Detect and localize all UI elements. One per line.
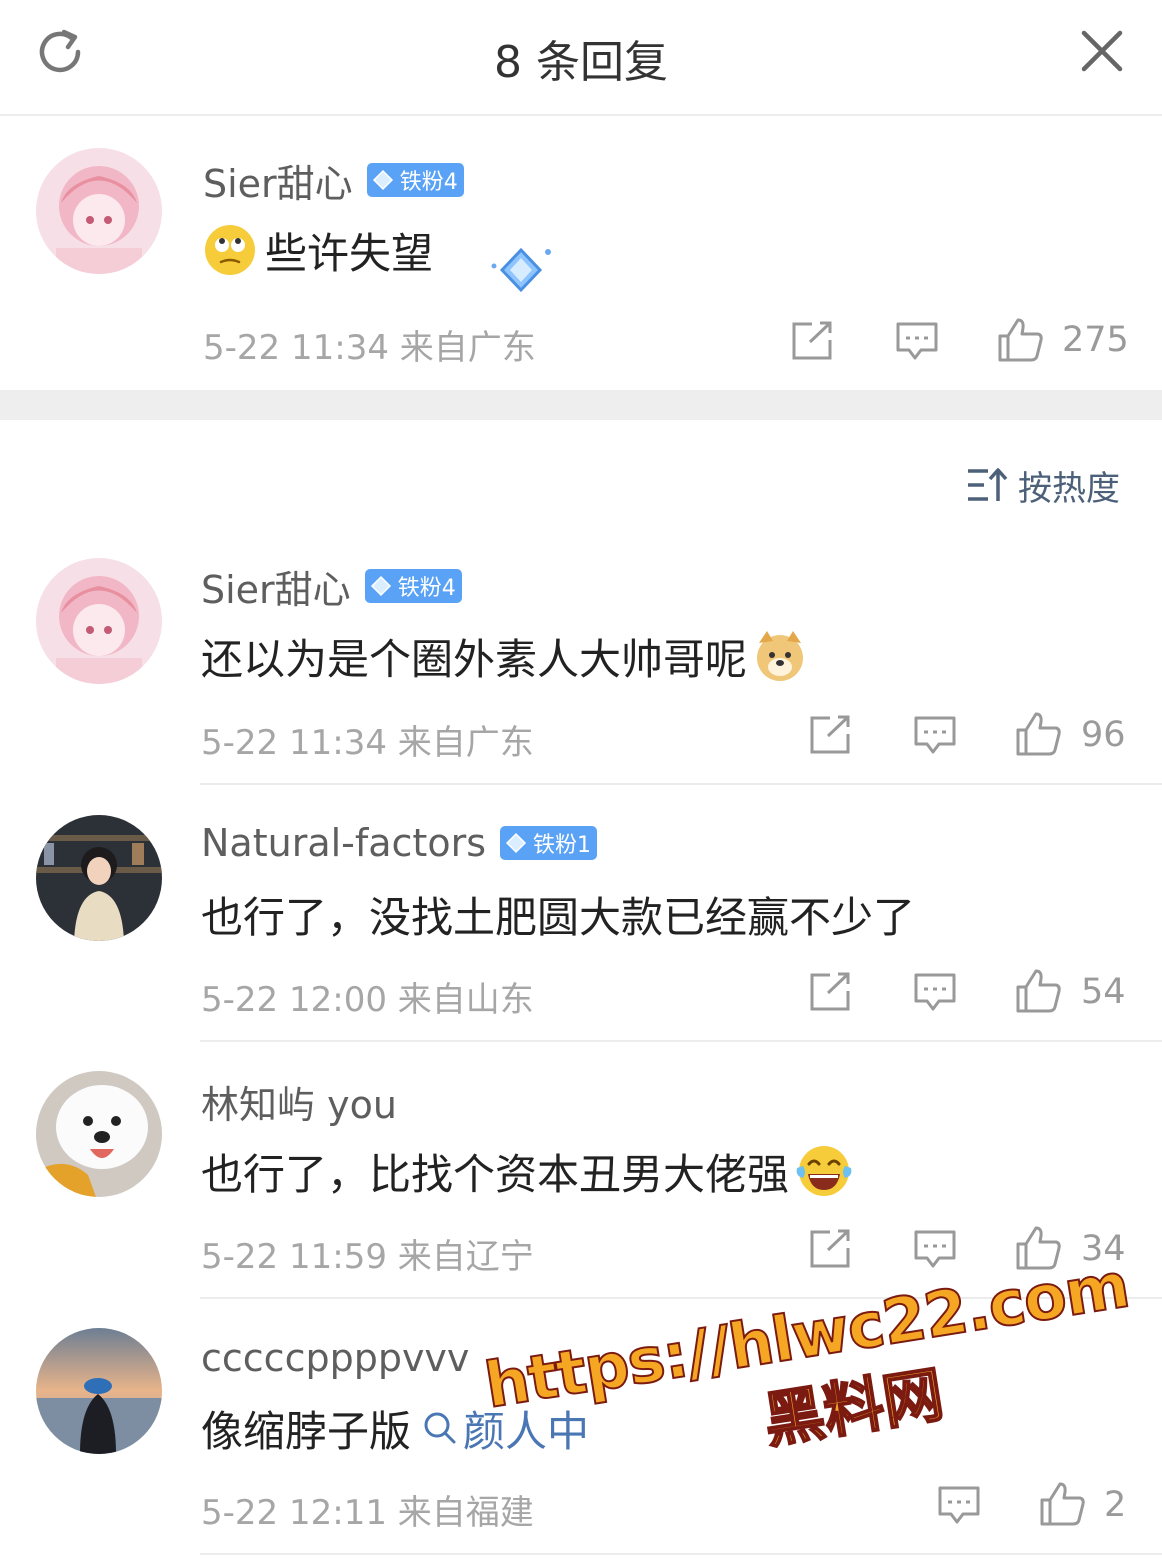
username-row: Sier甜心 铁粉4 xyxy=(201,559,462,614)
username[interactable]: Sier甜心 xyxy=(203,153,353,208)
username[interactable]: Sier甜心 xyxy=(201,559,351,614)
sort-label: 按热度 xyxy=(1018,468,1120,509)
username-row: Natural-factors 铁粉1 xyxy=(201,818,597,868)
comment-text: 也行了，比找个资本丑男大佬强 xyxy=(201,1141,853,1201)
avatar[interactable] xyxy=(36,558,162,684)
username-row: 林知屿 you xyxy=(201,1074,397,1129)
fan-badge: 铁粉4 xyxy=(366,163,464,197)
username[interactable]: cccccppppvvv xyxy=(201,1336,469,1380)
comment-body: 像缩脖子版 xyxy=(201,1406,412,1456)
comment-body: 也行了，比找个资本丑男大佬强 xyxy=(201,1149,790,1199)
like-count: 275 xyxy=(1062,320,1129,360)
like-count: 54 xyxy=(1081,972,1126,1012)
like-count: 96 xyxy=(1081,715,1126,755)
diamond-icon xyxy=(505,832,527,854)
comment-body: 还以为是个圈外素人大帅哥呢 xyxy=(201,634,748,684)
divider xyxy=(200,1040,1162,1042)
sort-toggle[interactable]: 按热度 xyxy=(966,462,1120,509)
laugh-crying-emoji xyxy=(796,1146,852,1196)
share-icon[interactable] xyxy=(808,971,852,1013)
divider xyxy=(200,1297,1162,1299)
search-icon xyxy=(424,1412,456,1444)
comment-meta: 5-22 11:34 来自广东 xyxy=(203,328,536,368)
comment-text: 些许失望 xyxy=(203,220,433,280)
close-icon[interactable] xyxy=(1078,27,1126,75)
badge-label: 铁粉4 xyxy=(397,576,456,601)
like-icon[interactable] xyxy=(1014,967,1062,1013)
username[interactable]: 林知屿 you xyxy=(201,1074,397,1129)
diamond-sparkle-icon xyxy=(491,247,551,293)
sort-icon xyxy=(968,468,1008,501)
like-icon[interactable] xyxy=(1014,1224,1062,1270)
share-icon[interactable] xyxy=(808,714,852,756)
comment-icon[interactable] xyxy=(895,320,939,362)
like-count: 34 xyxy=(1081,1229,1126,1269)
avatar[interactable] xyxy=(36,1071,162,1197)
comment-icon[interactable] xyxy=(913,971,957,1013)
username-row: cccccppppvvv xyxy=(201,1333,469,1383)
comment-text: 还以为是个圈外素人大帅哥呢 xyxy=(201,626,807,686)
username[interactable]: Natural-factors xyxy=(201,821,486,865)
rolling-eyes-emoji xyxy=(205,225,255,275)
watermark: https://hlwc22.com 黑料网 xyxy=(479,1247,1146,1502)
comment-meta: 5-22 11:34 来自广东 xyxy=(201,723,534,763)
divider xyxy=(200,783,1162,785)
comment-body: 也行了，没找土肥圆大款已经赢不少了 xyxy=(201,892,916,942)
fan-badge: 铁粉1 xyxy=(500,826,597,860)
badge-label: 铁粉1 xyxy=(533,833,591,858)
comment-icon[interactable] xyxy=(913,1228,957,1270)
comment-text: 像缩脖子版 颜人中 xyxy=(201,1398,589,1458)
comment-icon[interactable] xyxy=(913,714,957,756)
like-count: 2 xyxy=(1104,1485,1127,1525)
divider xyxy=(200,1553,1162,1555)
watermark-name: 黑料网 xyxy=(758,1359,949,1458)
like-icon[interactable] xyxy=(1014,710,1062,756)
section-separator xyxy=(0,390,1162,420)
comment-text: 也行了，没找土肥圆大款已经赢不少了 xyxy=(201,884,915,944)
comment-meta: 5-22 11:59 来自辽宁 xyxy=(201,1237,534,1277)
header-bar: 8 条回复 xyxy=(0,0,1162,116)
like-icon[interactable] xyxy=(1038,1480,1086,1526)
username-row: Sier甜心 铁粉4 xyxy=(203,153,464,208)
topic-link-label: 颜人中 xyxy=(463,1406,590,1456)
share-icon[interactable] xyxy=(808,1228,852,1270)
diamond-icon xyxy=(372,169,393,191)
page-title: 8 条回复 xyxy=(494,37,668,88)
share-icon[interactable] xyxy=(790,320,834,362)
comment-icon[interactable] xyxy=(937,1484,981,1526)
comment-body: 些许失望 xyxy=(265,228,434,278)
comment-meta: 5-22 12:00 来自山东 xyxy=(201,980,534,1020)
avatar[interactable] xyxy=(36,148,162,274)
avatar[interactable] xyxy=(36,815,162,941)
doge-emoji xyxy=(757,631,804,681)
watermark-url: https://hlwc22.com xyxy=(479,1247,1134,1423)
fan-badge: 铁粉4 xyxy=(364,569,462,603)
avatar[interactable] xyxy=(36,1328,162,1454)
comment-meta: 5-22 12:11 来自福建 xyxy=(201,1493,534,1533)
diamond-icon xyxy=(370,575,391,597)
like-icon[interactable] xyxy=(996,316,1044,362)
badge-label: 铁粉4 xyxy=(399,170,458,195)
topic-link[interactable]: 颜人中 xyxy=(423,1398,589,1459)
